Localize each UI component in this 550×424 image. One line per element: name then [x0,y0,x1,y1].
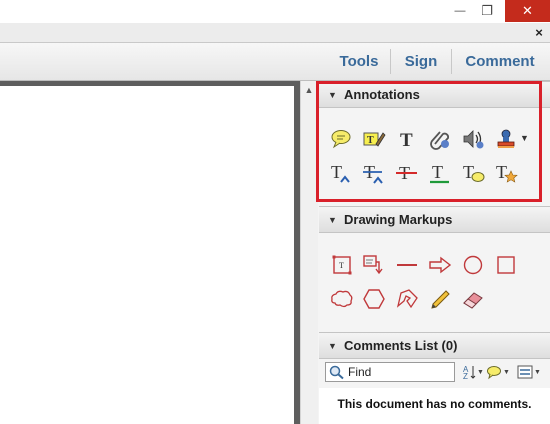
find-input[interactable] [346,364,448,380]
line-icon[interactable] [394,252,420,278]
cloud-icon[interactable] [329,286,355,312]
close-icon: ✕ [522,3,533,18]
annotations-highlight [316,81,542,202]
drawing-markups-header[interactable]: ▼ Drawing Markups [319,206,550,233]
connected-lines-icon[interactable] [394,286,420,312]
no-comments-message: This document has no comments. [337,397,532,411]
comment-filter-icon [487,366,501,380]
collapse-arrow-icon: ▼ [328,214,337,225]
toolbar-divider [390,49,391,74]
tab-comment[interactable]: Comment [455,43,545,80]
sort-dropdown-icon: ▼ [477,368,484,376]
pencil-eraser-icon[interactable] [460,286,486,312]
text-box-icon[interactable]: T [329,252,355,278]
menu-strip [0,23,550,43]
restore-icon: ❐ [481,3,493,18]
document-page[interactable] [0,86,294,424]
filter-comments-button[interactable]: ▼ [486,362,510,382]
tab-tools[interactable]: Tools [330,43,388,80]
callout-icon[interactable] [360,252,386,278]
toolbar-divider [451,49,452,74]
close-window-button[interactable]: ✕ [505,0,550,22]
options-list-icon [517,365,533,379]
close-document-button[interactable]: × [531,24,547,40]
comments-list-header[interactable]: ▼ Comments List (0) [319,332,550,359]
search-icon [329,365,344,380]
scroll-up-icon[interactable]: ▲ [301,83,317,97]
close-document-icon: × [535,24,543,40]
oval-icon[interactable] [460,252,486,278]
restore-button[interactable]: ❐ [475,0,499,22]
options-button[interactable]: ▼ [517,362,541,382]
filter-dropdown-icon: ▼ [503,368,510,376]
polygon-icon[interactable] [361,286,387,312]
options-dropdown-icon: ▼ [534,368,541,376]
arrow-icon[interactable] [427,252,453,278]
svg-text:Z: Z [463,372,468,380]
minimize-button[interactable]: — [448,0,472,22]
pencil-icon[interactable] [427,286,453,312]
find-field[interactable] [325,362,455,382]
minimize-icon: — [454,5,466,17]
sort-button[interactable]: AZ ▼ [462,362,484,382]
drawing-markups-panel [319,233,550,328]
rectangle-icon[interactable] [493,252,519,278]
svg-text:T: T [339,261,344,270]
comments-list-title: Comments List (0) [344,338,458,353]
collapse-arrow-icon: ▼ [328,340,337,351]
sort-icon: AZ [463,365,476,380]
tab-sign[interactable]: Sign [393,43,449,80]
drawing-markups-title: Drawing Markups [344,212,453,227]
